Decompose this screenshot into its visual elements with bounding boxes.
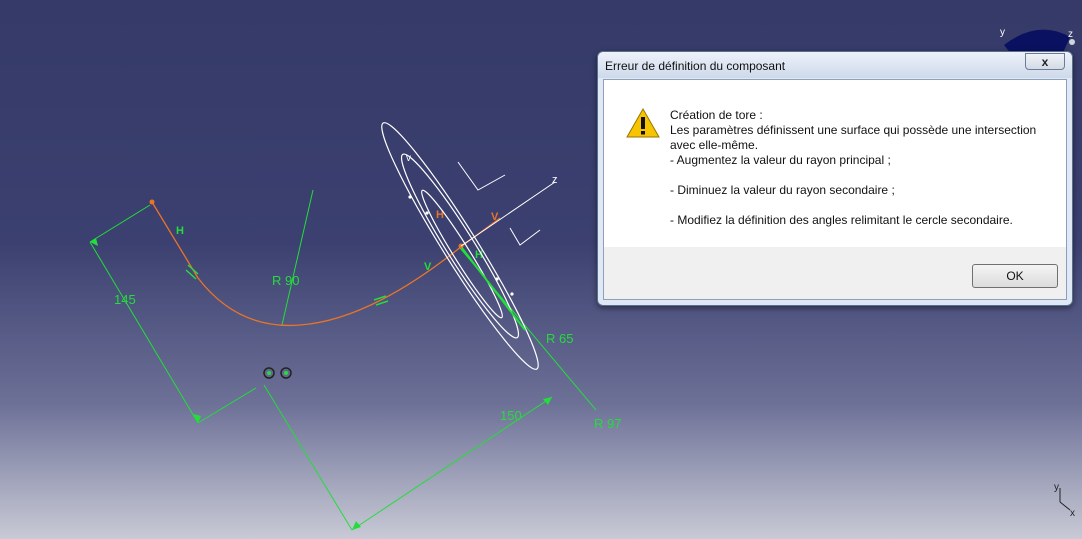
ok-button[interactable]: OK (972, 264, 1058, 288)
axis-z-label: z (552, 174, 558, 186)
triad-x-label: x (1070, 508, 1075, 519)
warning-icon (626, 108, 660, 138)
message-line: Création de tore : (670, 108, 763, 122)
close-button[interactable]: x (1025, 53, 1065, 70)
error-message: Création de tore : Les paramètres défini… (670, 108, 1050, 228)
triad-y-label: y (1054, 482, 1059, 493)
dialog-content: Création de tore : Les paramètres défini… (604, 80, 1066, 252)
axis-v-label: v (406, 153, 411, 164)
message-line: - Diminuez la valeur du rayon secondaire… (670, 183, 895, 197)
compass-z-label: z (1068, 29, 1073, 40)
error-dialog: Erreur de définition du composant x Créa… (597, 51, 1073, 306)
constraint-v-marker: V (424, 261, 432, 273)
dimension-r90[interactable]: R 90 (272, 273, 299, 288)
dimension-150[interactable]: 150 (500, 408, 522, 423)
message-line: - Augmentez la valeur du rayon principal… (670, 153, 891, 167)
dialog-titlebar[interactable]: Erreur de définition du composant x (598, 52, 1072, 78)
dialog-body: Création de tore : Les paramètres défini… (603, 79, 1067, 300)
dialog-footer: OK (604, 247, 1066, 299)
message-line: - Modifiez la définition des angles reli… (670, 213, 1013, 227)
dimension-lines (89, 189, 597, 531)
constraint-h-marker: H (176, 225, 184, 237)
dialog-title: Erreur de définition du composant (605, 59, 786, 73)
compass-y-label: y (1000, 27, 1005, 38)
message-line: Les paramètres définissent une surface q… (670, 123, 1037, 152)
dimension-r97[interactable]: R 97 (594, 416, 621, 431)
profile-curve[interactable] (151, 201, 501, 327)
dimension-r65[interactable]: R 65 (546, 331, 573, 346)
profile-start-point[interactable] (149, 199, 155, 205)
dimension-145[interactable]: 145 (114, 292, 136, 307)
origin-icon[interactable] (263, 367, 292, 379)
axis-triad-icon: y x (1054, 482, 1075, 519)
dimension-arrows (90, 238, 552, 530)
